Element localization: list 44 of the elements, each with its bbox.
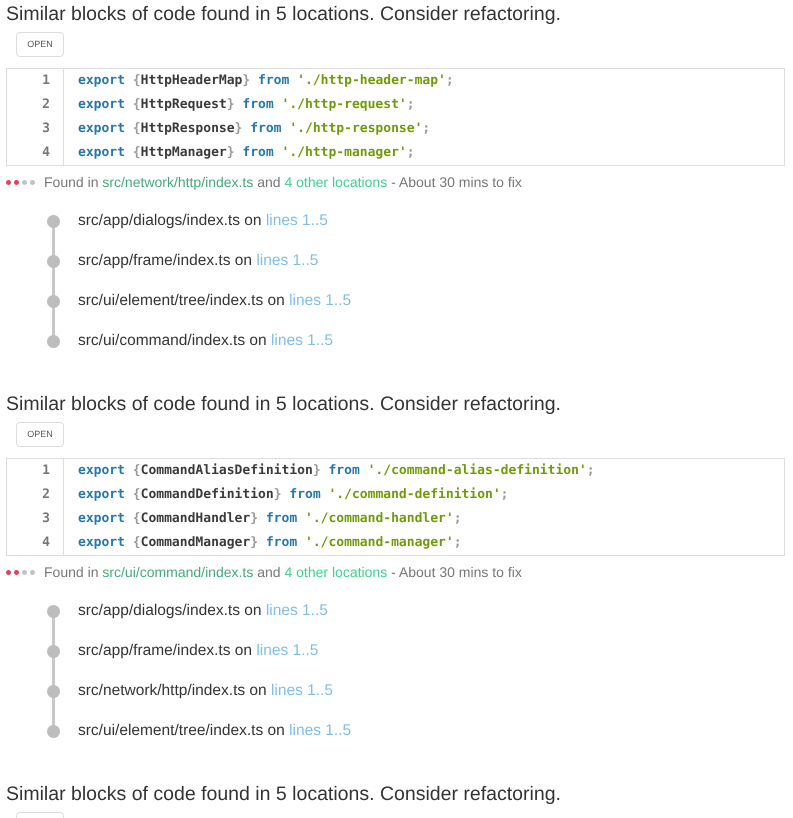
issue-title: Similar blocks of code found in 5 locations. Consider refactoring.	[6, 392, 561, 416]
line-number: 2	[42, 487, 50, 503]
lines-link[interactable]: lines 1..5	[266, 602, 328, 619]
issue-title: Similar blocks of code found in 5 locations. Consider refactoring.	[6, 2, 561, 26]
open-button[interactable]	[16, 812, 64, 818]
code-line: export {CommandHandler} from './command-handler';	[78, 511, 462, 527]
open-button[interactable]: OPEN	[16, 32, 64, 57]
location-text: src/ui/element/tree/index.ts on lines 1..5	[78, 721, 352, 741]
open-button[interactable]: OPEN	[16, 422, 64, 447]
issue-title: Similar blocks of code found in 5 locations. Consider refactoring.	[6, 782, 561, 806]
lines-link[interactable]: lines 1..5	[289, 292, 352, 309]
code-line: export {HttpManager} from './http-manager';	[78, 145, 415, 161]
file-link[interactable]: src/network/http/index.ts	[102, 174, 254, 190]
footer-text: Found in src/ui/command/index.ts and 4 other locations - About 30 mins to fix	[44, 564, 522, 580]
locations-link[interactable]: 4 other locations	[284, 564, 388, 580]
location-text: src/app/frame/index.ts on lines 1..5	[78, 251, 318, 271]
location-text: src/ui/command/index.ts on lines 1..5	[78, 331, 334, 351]
line-number: 1	[42, 463, 50, 479]
line-number: 4	[42, 535, 50, 551]
lines-link[interactable]: lines 1..5	[256, 252, 318, 269]
code-line: export {HttpResponse} from './http-response';	[78, 121, 430, 137]
line-number: 3	[42, 121, 50, 137]
locations-link[interactable]: 4 other locations	[284, 174, 388, 190]
file-link[interactable]: src/ui/command/index.ts	[102, 564, 254, 580]
location-text: src/app/dialogs/index.ts on lines 1..5	[78, 211, 328, 231]
code-line: export {CommandAliasDefinition} from './command-alias-definition';	[78, 463, 595, 479]
line-number: 3	[42, 511, 50, 527]
line-number: 4	[42, 145, 50, 161]
lines-link[interactable]: lines 1..5	[270, 332, 334, 349]
location-text: src/app/dialogs/index.ts on lines 1..5	[78, 601, 328, 621]
lines-link[interactable]: lines 1..5	[289, 722, 352, 739]
location-text: src/app/frame/index.ts on lines 1..5	[78, 641, 318, 661]
location-text: src/ui/element/tree/index.ts on lines 1..5	[78, 291, 352, 311]
code-line: export {CommandManager} from './command-manager';	[78, 535, 462, 551]
lines-link[interactable]: lines 1..5	[256, 642, 318, 659]
code-line: export {HttpHeaderMap} from './http-header-map';	[78, 73, 454, 89]
lines-link[interactable]: lines 1..5	[270, 682, 334, 699]
line-number: 1	[42, 73, 50, 89]
location-text: src/network/http/index.ts on lines 1..5	[78, 681, 334, 701]
code-line: export {CommandDefinition} from './command-definition';	[78, 487, 508, 503]
code-line: export {HttpRequest} from './http-request';	[78, 97, 415, 113]
lines-link[interactable]: lines 1..5	[266, 212, 328, 229]
line-number: 2	[42, 97, 50, 113]
footer-text: Found in src/network/http/index.ts and 4 other locations - About 30 mins to fix	[44, 174, 522, 190]
